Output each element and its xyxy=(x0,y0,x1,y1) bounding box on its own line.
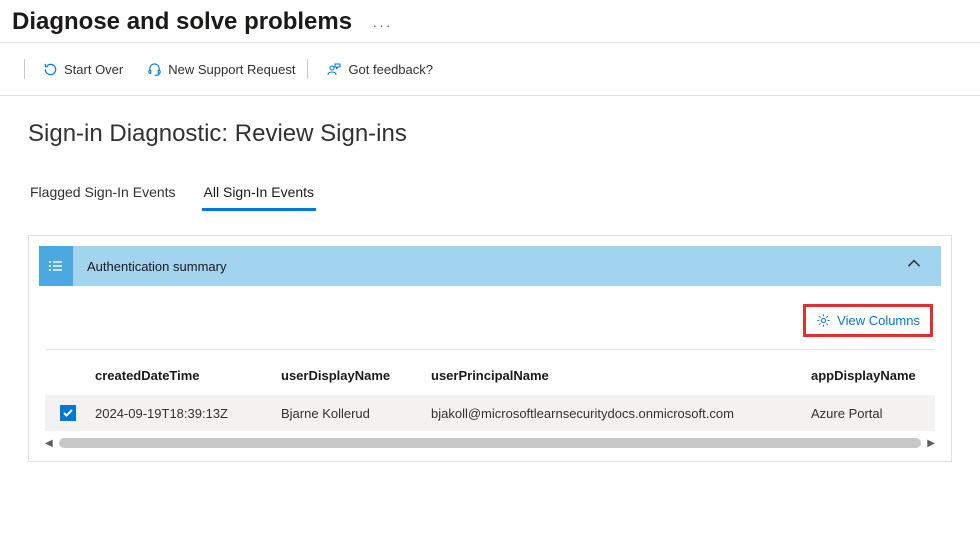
feedback-label: Got feedback? xyxy=(348,62,433,77)
chevron-up-icon[interactable] xyxy=(905,255,923,278)
table-row[interactable]: 2024-09-19T18:39:13Z Bjarne Kollerud bja… xyxy=(45,395,935,431)
row-checkbox[interactable] xyxy=(60,405,76,421)
cell-app: Azure Portal xyxy=(811,406,935,421)
view-columns-label: View Columns xyxy=(837,313,920,328)
results-panel: Authentication summary View Columns crea… xyxy=(28,235,952,462)
page-title: Diagnose and solve problems xyxy=(12,8,352,36)
summary-label: Authentication summary xyxy=(87,259,905,274)
col-app[interactable]: appDisplayName xyxy=(811,368,935,383)
table-header: createdDateTime userDisplayName userPrin… xyxy=(45,350,935,395)
headset-icon xyxy=(147,62,162,77)
new-support-button[interactable]: New Support Request xyxy=(135,58,307,81)
scroll-track[interactable] xyxy=(59,438,922,448)
cell-upn: bjakoll@microsoftlearnsecuritydocs.onmic… xyxy=(431,406,811,421)
gear-icon xyxy=(816,313,831,328)
start-over-label: Start Over xyxy=(64,62,123,77)
cell-user: Bjarne Kollerud xyxy=(281,406,431,421)
col-user[interactable]: userDisplayName xyxy=(281,368,431,383)
tab-bar: Flagged Sign-In Events All Sign-In Event… xyxy=(28,180,952,211)
view-columns-button[interactable]: View Columns xyxy=(803,304,933,337)
command-bar: Start Over New Support Request Got feedb… xyxy=(0,43,980,96)
col-upn[interactable]: userPrincipalName xyxy=(431,368,811,383)
feedback-button[interactable]: Got feedback? xyxy=(314,57,445,81)
divider xyxy=(307,59,308,79)
divider xyxy=(24,59,25,79)
check-icon xyxy=(62,407,74,419)
table-actions-row: View Columns xyxy=(45,298,935,350)
refresh-icon xyxy=(43,62,58,77)
signins-table: createdDateTime userDisplayName userPrin… xyxy=(45,350,935,431)
tab-all[interactable]: All Sign-In Events xyxy=(202,180,317,211)
tab-flagged[interactable]: Flagged Sign-In Events xyxy=(28,180,178,211)
new-support-label: New Support Request xyxy=(168,62,295,77)
horizontal-scrollbar[interactable]: ◀ ▶ xyxy=(45,435,935,451)
content-area: Sign-in Diagnostic: Review Sign-ins Flag… xyxy=(0,96,980,486)
list-icon xyxy=(39,246,73,286)
page-header: Diagnose and solve problems ··· xyxy=(0,0,980,43)
scroll-left-icon[interactable]: ◀ xyxy=(45,438,53,449)
col-created[interactable]: createdDateTime xyxy=(91,368,281,383)
person-feedback-icon xyxy=(326,61,342,77)
section-title: Sign-in Diagnostic: Review Sign-ins xyxy=(28,120,952,148)
more-icon[interactable]: ··· xyxy=(373,17,393,33)
summary-header[interactable]: Authentication summary xyxy=(39,246,941,286)
scroll-right-icon[interactable]: ▶ xyxy=(927,438,935,449)
start-over-button[interactable]: Start Over xyxy=(31,58,135,81)
cell-created: 2024-09-19T18:39:13Z xyxy=(91,406,281,421)
